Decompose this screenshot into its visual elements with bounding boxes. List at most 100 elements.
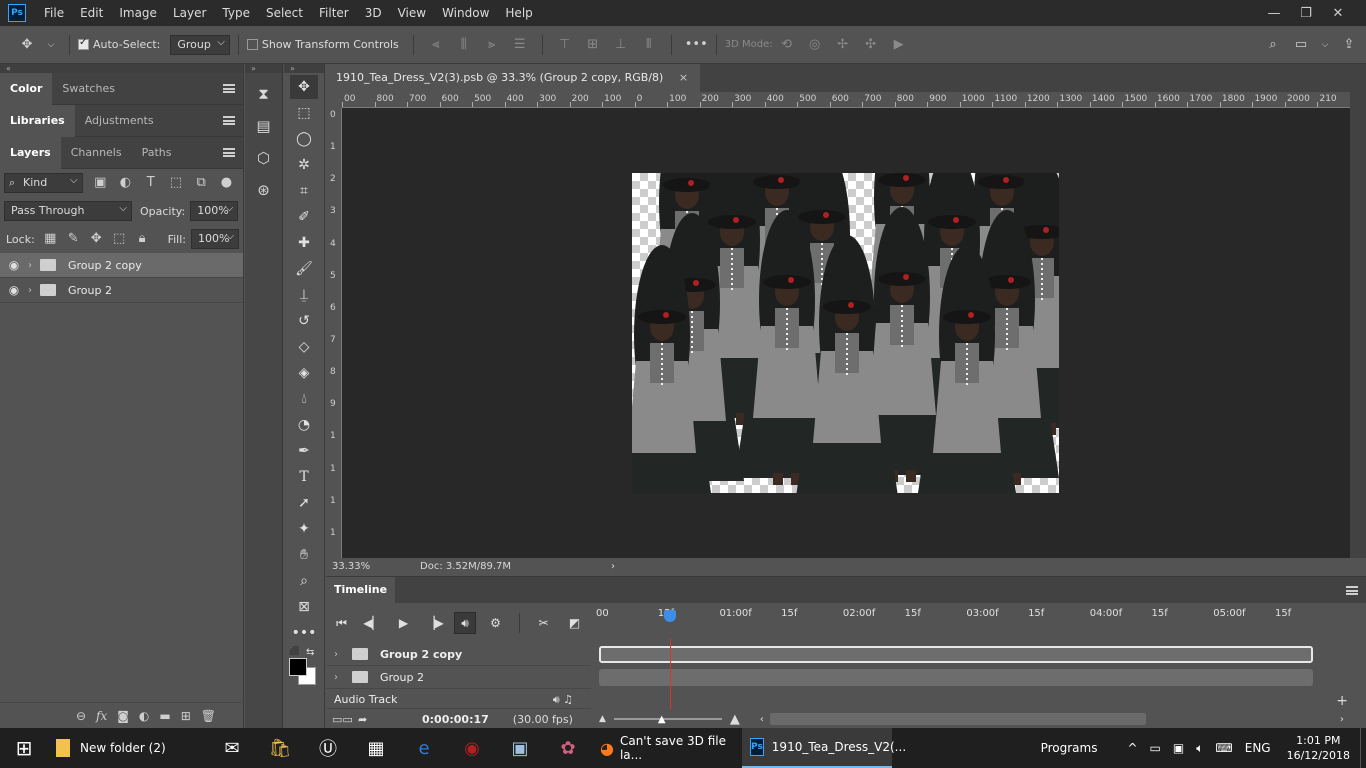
calendar-icon[interactable]: ▦ <box>352 728 400 768</box>
hand-tool-icon[interactable]: ✋︎ <box>290 543 318 567</box>
visibility-eye-icon[interactable]: ◉ <box>0 258 28 272</box>
track-clip[interactable] <box>599 646 1313 663</box>
eyedropper-tool-icon[interactable]: ✐ <box>290 205 318 229</box>
minimize-button[interactable]: — <box>1258 6 1290 21</box>
new-layer-icon[interactable]: ⊞ <box>181 709 191 723</box>
track-row[interactable]: › Group 2 <box>326 666 591 689</box>
lock-artboard-icon[interactable]: ⬚ <box>113 231 126 247</box>
store-icon[interactable]: 🛍︎ <box>256 728 304 768</box>
document-canvas-image[interactable] <box>632 173 1059 493</box>
3d-panel-icon[interactable]: ⬡ <box>253 147 275 169</box>
unreal-engine-icon[interactable]: Ⓤ <box>304 728 352 768</box>
photoshop-logo-icon[interactable]: Ps <box>8 4 26 22</box>
lock-image-icon[interactable]: ✎ <box>67 231 80 247</box>
fx-icon[interactable]: fx <box>96 709 107 723</box>
workspace-chevron-icon[interactable]: ⌵ <box>1320 37 1330 53</box>
mail-icon[interactable]: ✉ <box>208 728 256 768</box>
align-top-icon[interactable]: ⊤ <box>556 37 574 53</box>
show-desktop-button[interactable] <box>1360 728 1366 768</box>
lasso-tool-icon[interactable]: ◯ <box>290 127 318 151</box>
filter-pixel-icon[interactable]: ▣ <box>93 175 108 191</box>
windows-start-icon[interactable]: ⊞ <box>0 728 48 768</box>
auto-select-dropdown[interactable]: Group <box>170 34 230 55</box>
keyboard-icon[interactable]: ⌨ <box>1209 741 1238 755</box>
convert-frame-animation-icon[interactable]: ▭▭ <box>332 713 358 726</box>
clock[interactable]: 1:01 PM 16/12/2018 <box>1277 733 1360 763</box>
align-center-icon[interactable]: ⫼ <box>455 37 473 53</box>
chevron-right-icon[interactable]: › <box>28 285 40 296</box>
previous-frame-icon[interactable]: ◀▏ <box>357 616 388 630</box>
chevron-right-icon[interactable]: › <box>334 672 352 683</box>
horizontal-ruler[interactable]: 00 800 700 600 500 400 300 200 100 0 100 200 300 400 5… <box>342 92 1350 108</box>
visibility-eye-icon[interactable]: ◉ <box>0 283 28 297</box>
playback-settings-icon[interactable]: ⚙ <box>480 616 511 630</box>
search-icon[interactable]: ⌕ <box>1264 37 1282 53</box>
document-size-info[interactable]: Doc: 3.52M/89.7M <box>420 561 511 572</box>
crop-tool-icon[interactable]: ⌗ <box>290 179 318 203</box>
chevron-right-icon[interactable]: › <box>334 649 352 660</box>
tab-color[interactable]: Color <box>0 72 53 105</box>
pan-3d-icon[interactable]: ✢ <box>834 37 852 53</box>
layer-row[interactable]: ◉ › Group 2 <box>0 278 243 303</box>
menu-filter[interactable]: Filter <box>311 0 357 26</box>
tab-channels[interactable]: Channels <box>61 137 132 169</box>
more-tools-icon[interactable]: ••• <box>290 621 318 645</box>
zoom-in-timeline-icon[interactable]: ▲ <box>730 712 740 727</box>
orbit-3d-icon[interactable]: ⟲ <box>778 37 796 53</box>
magic-wand-tool-icon[interactable]: ✲ <box>290 153 318 177</box>
menu-type[interactable]: Type <box>214 0 258 26</box>
menu-3d[interactable]: 3D <box>357 0 390 26</box>
menu-select[interactable]: Select <box>258 0 311 26</box>
tool-preset-chevron-icon[interactable]: ⌵ <box>46 37 56 53</box>
default-colors-icon[interactable]: ⬛ <box>289 647 300 657</box>
status-menu-chevron-icon[interactable]: › <box>611 561 615 572</box>
filter-adjustment-icon[interactable]: ◐ <box>118 175 133 191</box>
navigator-icon[interactable]: ⊛ <box>253 179 275 201</box>
tab-adjustments[interactable]: Adjustments <box>75 105 164 137</box>
play-icon[interactable]: ▶ <box>388 616 419 630</box>
network-icon[interactable]: ▣ <box>1167 741 1190 755</box>
next-frame-icon[interactable]: ▕▶ <box>419 616 450 630</box>
timeline-ruler[interactable]: 00 15f 01:00f 15f 02:00f 15f 03:00f 15f 04:00f 15… <box>596 605 1322 625</box>
expand-tools-icon[interactable]: » <box>284 64 324 73</box>
blur-tool-icon[interactable]: 💧︎ <box>290 387 318 411</box>
tab-layers[interactable]: Layers <box>0 136 61 169</box>
align-right-icon[interactable]: ⫸ <box>483 37 501 53</box>
lock-all-icon[interactable]: 🔒︎ <box>136 231 149 247</box>
menu-layer[interactable]: Layer <box>165 0 214 26</box>
timeline-zoom-slider[interactable]: ▲ <box>613 714 722 725</box>
audio-track-row[interactable]: Audio Track 🔊︎ ♫ <box>326 691 591 709</box>
panel-menu-icon[interactable] <box>223 84 235 93</box>
document-tab[interactable]: 1910_Tea_Dress_V2(3).psb @ 33.3% (Group … <box>326 64 701 92</box>
pen-tool-icon[interactable]: ✒ <box>290 439 318 463</box>
timeline-title[interactable]: Timeline <box>326 577 396 603</box>
move-tool-icon[interactable]: ✥ <box>290 75 318 99</box>
layer-row[interactable]: ◉ › Group 2 copy <box>0 253 243 278</box>
auto-select-checkbox[interactable] <box>78 37 89 50</box>
marquee-tool-icon[interactable]: ⬚ <box>290 101 318 125</box>
show-transform-controls-checkbox[interactable] <box>246 39 258 50</box>
align-left-icon[interactable]: ⫷ <box>427 37 445 53</box>
zoom-level[interactable]: 33.33% <box>332 561 402 572</box>
taskbar-item-explorer[interactable]: New folder (2) <box>48 728 208 768</box>
app-red-icon[interactable]: ◉ <box>448 728 496 768</box>
panel-menu-icon[interactable] <box>223 116 235 125</box>
menu-help[interactable]: Help <box>497 0 540 26</box>
language-indicator[interactable]: ENG <box>1239 741 1277 755</box>
eraser-tool-icon[interactable]: ◇ <box>290 335 318 359</box>
panel-menu-icon[interactable] <box>1346 586 1358 595</box>
panel-menu-icon[interactable] <box>223 148 235 157</box>
taskbar-item-firefox[interactable]: ◕ Can't save 3D file la... <box>592 728 742 768</box>
programs-toolbar[interactable]: Programs <box>1035 741 1104 755</box>
3d-tool-icon[interactable]: ⊠ <box>290 595 318 619</box>
blend-mode-dropdown[interactable]: Pass Through <box>4 200 132 221</box>
path-selection-tool-icon[interactable]: ➚ <box>290 491 318 515</box>
split-at-playhead-icon[interactable]: ✂ <box>528 616 559 630</box>
audio-mute-icon[interactable]: 🔊︎ <box>454 612 476 634</box>
dodge-tool-icon[interactable]: ◔ <box>290 413 318 437</box>
healing-brush-tool-icon[interactable]: ✚ <box>290 231 318 255</box>
volume-icon[interactable]: 🔈︎ <box>1190 741 1209 756</box>
edge-browser-icon[interactable]: e <box>400 728 448 768</box>
zoom-slider-thumb-icon[interactable]: ▲ <box>658 714 666 725</box>
filter-toggle-icon[interactable]: ● <box>219 175 234 191</box>
